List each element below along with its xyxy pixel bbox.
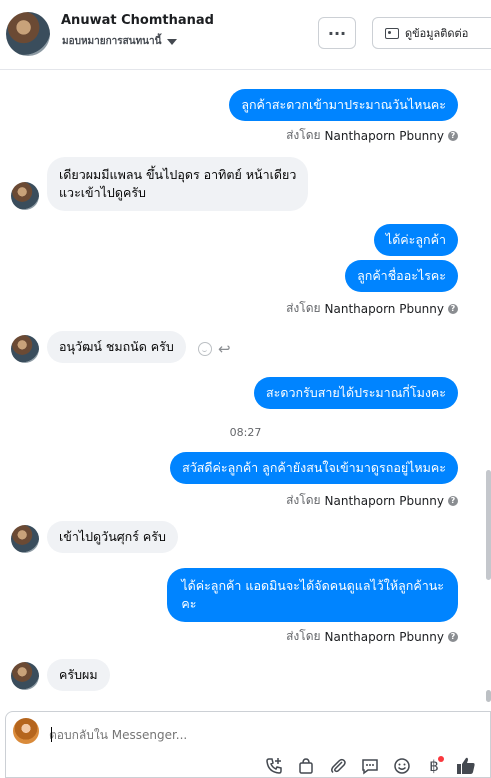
message-text: สะดวกรับสายได้ประมาณกี่โมงคะ <box>266 385 446 400</box>
contact-card-icon <box>385 27 399 39</box>
scrollbar-end <box>486 690 491 702</box>
reply-input[interactable] <box>49 726 469 744</box>
notification-dot <box>438 756 444 762</box>
sent-by-agent: Nanthaporn Pbunny <box>324 128 444 143</box>
outgoing-message[interactable]: ได้ค่ะลูกค้า แอดมินจะได้จัดคนดูแลไว้ให้ล… <box>167 568 458 622</box>
timestamp: 08:27 <box>229 426 262 439</box>
sent-by-prefix: ส่งโดย <box>286 128 321 142</box>
contact-avatar-small <box>11 662 39 690</box>
contact-avatar-small <box>11 182 39 210</box>
message-composer: ฿ <box>5 711 491 778</box>
message-thread: ลูกค้าสะดวกเข้ามาประมาณวันไหนคะ ส่งโดย N… <box>0 71 491 703</box>
view-contact-info-button[interactable]: ดูข้อมูลติดต่อ <box>372 17 491 49</box>
thread-scrollbar[interactable] <box>486 470 491 580</box>
page-avatar <box>13 718 39 744</box>
contact-avatar-small <box>11 335 39 363</box>
message-text: ได้ค่ะลูกค้า <box>385 232 446 247</box>
contact-avatar[interactable] <box>6 12 50 56</box>
sent-by-line: ส่งโดย Nanthaporn Pbunny ? <box>286 299 458 318</box>
message-actions: ↩ <box>198 342 231 357</box>
incoming-message[interactable]: ครับผม <box>47 659 110 691</box>
react-emoji-icon[interactable] <box>198 342 212 356</box>
message-text: เข้าไปดูวันศุกร์ ครับ <box>59 529 166 544</box>
text-caret <box>51 727 52 742</box>
sent-by-agent: Nanthaporn Pbunny <box>324 629 444 644</box>
saved-replies-icon[interactable] <box>360 756 380 776</box>
message-text-line: คะ <box>181 596 197 611</box>
attachment-icon[interactable] <box>328 756 348 776</box>
message-text: ลูกค้าชื่ออะไรคะ <box>357 268 446 283</box>
message-text: อนุวัฒน์ ชมถนัด ครับ <box>59 339 174 354</box>
outgoing-message[interactable]: ได้ค่ะลูกค้า <box>373 224 458 256</box>
help-icon[interactable]: ? <box>448 130 458 141</box>
incoming-message[interactable]: อนุวัฒน์ ชมถนัด ครับ <box>47 331 186 363</box>
assign-label: มอบหมายการสนทนานี้ <box>62 36 162 47</box>
incoming-message[interactable]: เดียวผมมีแพลน ขึ้นไปอุดร อาทิตย์ หน้าเดี… <box>47 157 309 211</box>
view-contact-label: ดูข้อมูลติดต่อ <box>405 27 469 40</box>
outgoing-message[interactable]: ลูกค้าสะดวกเข้ามาประมาณวันไหนคะ <box>229 89 458 121</box>
composer-toolbar: ฿ <box>264 756 476 776</box>
call-icon[interactable] <box>264 756 284 776</box>
sent-by-line: ส่งโดย Nanthaporn Pbunny ? <box>286 627 458 646</box>
message-text-line: เดียวผมมีแพลน ขึ้นไปอุดร อาทิตย์ หน้าเดี… <box>59 167 297 182</box>
message-text: ลูกค้าสะดวกเข้ามาประมาณวันไหนคะ <box>241 97 446 112</box>
sent-by-agent: Nanthaporn Pbunny <box>324 493 444 508</box>
payment-baht-icon[interactable]: ฿ <box>424 756 444 776</box>
sent-by-agent: Nanthaporn Pbunny <box>324 301 444 316</box>
message-text: ครับผม <box>59 667 98 682</box>
message-text: สวัสดีค่ะลูกค้า ลูกค้ายังสนใจเข้ามาดูรถอ… <box>182 460 446 475</box>
sent-by-line: ส่งโดย Nanthaporn Pbunny ? <box>286 126 458 145</box>
outgoing-message[interactable]: สะดวกรับสายได้ประมาณกี่โมงคะ <box>254 377 458 409</box>
sent-by-line: ส่งโดย Nanthaporn Pbunny ? <box>286 491 458 510</box>
sent-by-prefix: ส่งโดย <box>286 301 321 315</box>
contact-name[interactable]: Anuwat Chomthanad <box>61 13 214 28</box>
message-text-line: ได้ค่ะลูกค้า แอดมินจะได้จัดคนดูแลไว้ให้ล… <box>181 578 444 593</box>
sent-by-prefix: ส่งโดย <box>286 629 321 643</box>
emoji-icon[interactable] <box>392 756 412 776</box>
help-icon[interactable]: ? <box>448 303 458 314</box>
help-icon[interactable]: ? <box>448 631 458 642</box>
sent-by-prefix: ส่งโดย <box>286 493 321 507</box>
shopping-bag-icon[interactable] <box>296 756 316 776</box>
more-options-button[interactable]: ··· <box>318 17 356 49</box>
reply-icon[interactable]: ↩ <box>218 342 231 357</box>
conversation-header: Anuwat Chomthanad มอบหมายการสนทนานี้ ···… <box>0 0 491 70</box>
contact-avatar-small <box>11 525 39 553</box>
incoming-message[interactable]: เข้าไปดูวันศุกร์ ครับ <box>47 521 178 553</box>
more-icon: ··· <box>327 23 347 43</box>
message-text-line: แวะเข้าไปดูครับ <box>59 185 146 200</box>
caret-down-icon <box>167 38 178 45</box>
outgoing-message[interactable]: ลูกค้าชื่ออะไรคะ <box>345 260 458 292</box>
assign-conversation-dropdown[interactable]: มอบหมายการสนทนานี้ <box>62 34 178 49</box>
like-icon[interactable] <box>456 756 476 776</box>
outgoing-message[interactable]: สวัสดีค่ะลูกค้า ลูกค้ายังสนใจเข้ามาดูรถอ… <box>170 452 458 484</box>
help-icon[interactable]: ? <box>448 495 458 506</box>
